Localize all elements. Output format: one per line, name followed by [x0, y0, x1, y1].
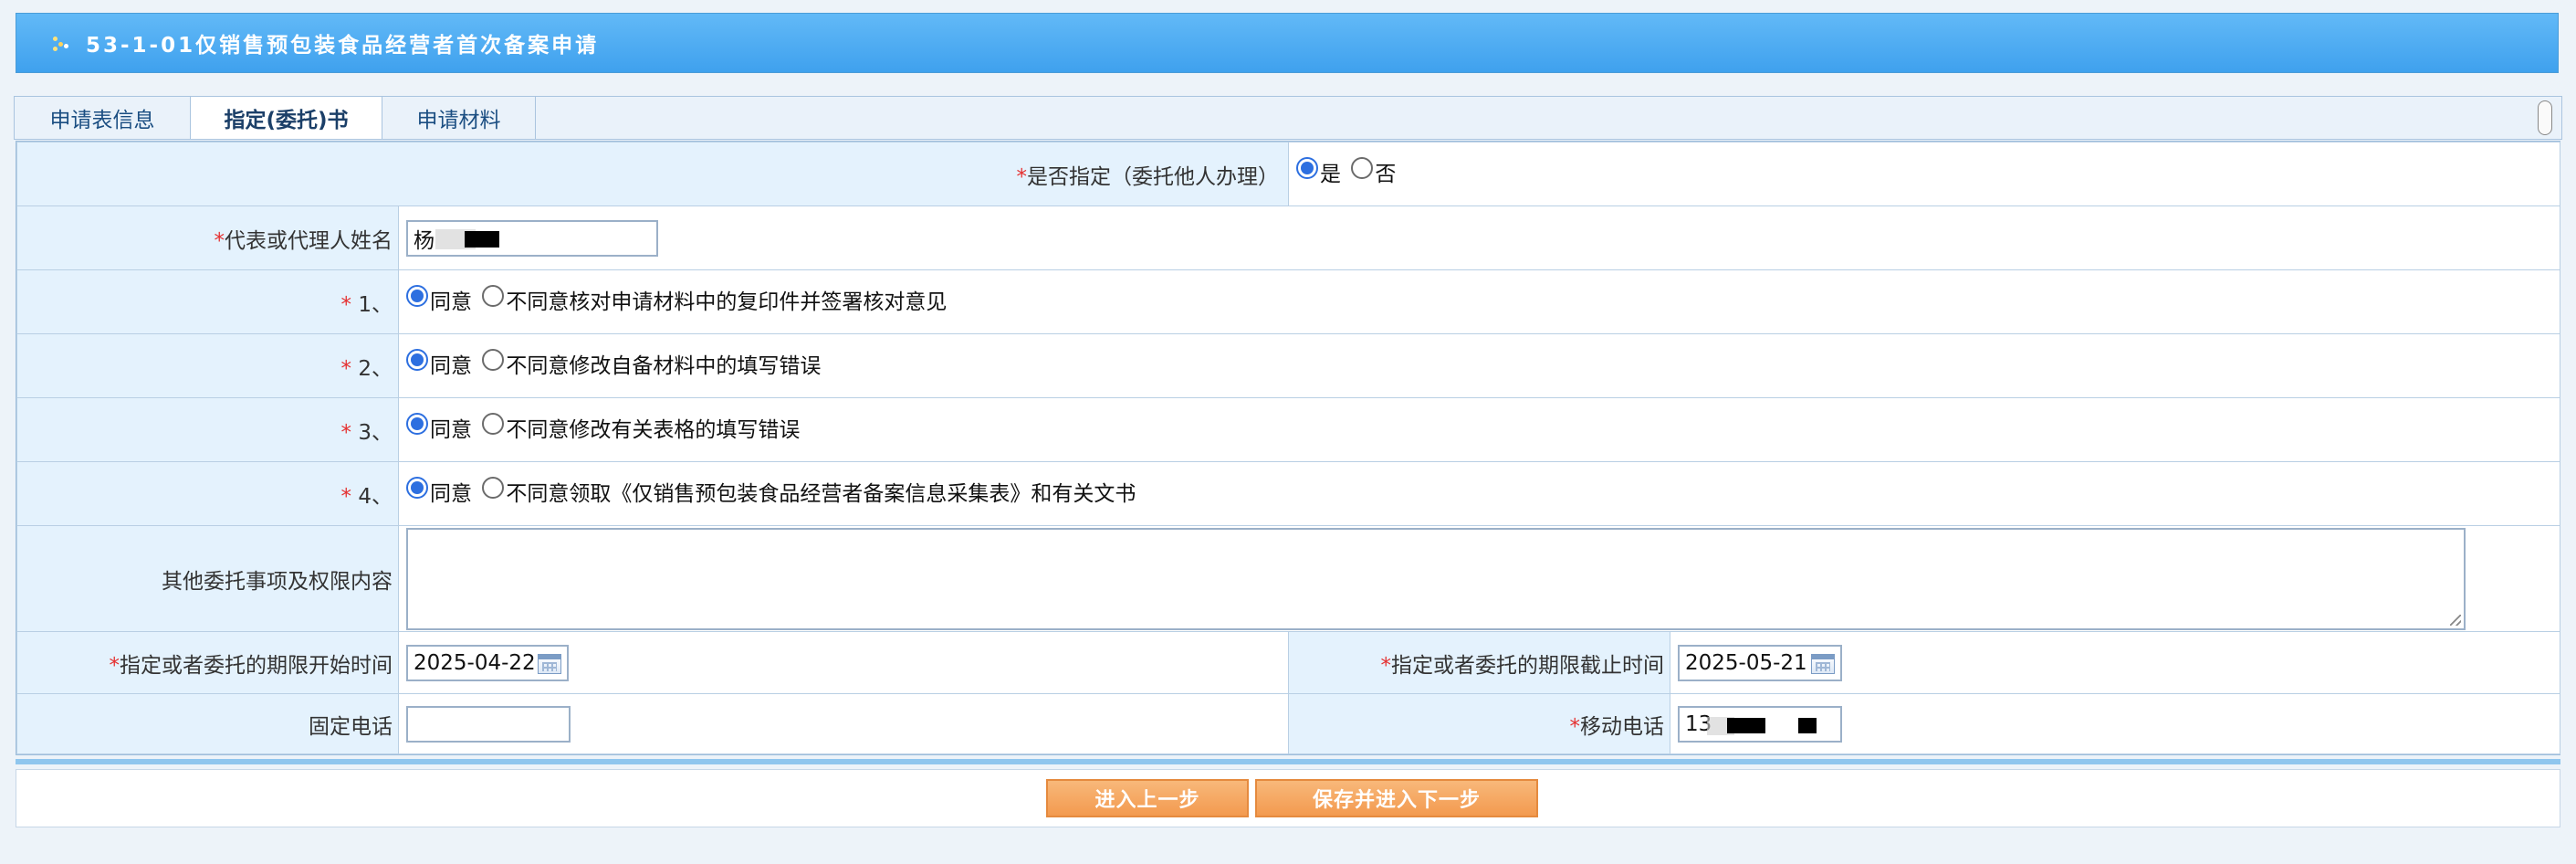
start-date-cell: 2025-04-22	[398, 631, 1289, 694]
scrollbar-thumb[interactable]	[2538, 100, 2552, 135]
item-4-agree-radio[interactable]	[406, 476, 428, 499]
item-3-agree-radio[interactable]	[406, 412, 428, 435]
item-3-options: 同意 不同意修改有关表格的填写错误	[398, 397, 2560, 462]
landline-cell	[398, 693, 1289, 754]
form-row-agent-name: *代表或代理人姓名 杨	[16, 205, 2560, 270]
item-3-label: * 3、	[16, 397, 399, 462]
agent-name-cell: 杨	[398, 205, 2560, 270]
item-1-disagree-radio[interactable]	[482, 284, 505, 307]
designated-no-radio[interactable]	[1351, 156, 1374, 179]
calendar-icon[interactable]	[1811, 653, 1835, 674]
end-date-input[interactable]: 2025-05-21	[1678, 644, 1842, 681]
form-row-other-matters: 其他委托事项及权限内容	[16, 525, 2560, 632]
required-mark: *	[1569, 714, 1581, 739]
other-matters-label: 其他委托事项及权限内容	[16, 525, 399, 632]
prev-step-button[interactable]: 进入上一步	[1046, 779, 1249, 817]
designated-no-option[interactable]: 否	[1351, 156, 1396, 187]
item-4-agree-option[interactable]: 同意	[406, 476, 472, 507]
required-mark: *	[340, 420, 359, 445]
required-mark: *	[340, 484, 359, 509]
item-1-agree-radio[interactable]	[406, 284, 428, 307]
agent-name-input[interactable]: 杨	[406, 219, 658, 257]
required-mark: *	[109, 653, 120, 678]
save-next-button[interactable]: 保存并进入下一步	[1255, 779, 1538, 817]
item-1-options: 同意 不同意核对申请材料中的复印件并签署核对意见	[398, 269, 2560, 334]
resize-grip-icon[interactable]	[2450, 614, 2461, 626]
item-3-disagree-radio[interactable]	[482, 412, 505, 435]
item-2-agree-radio[interactable]	[406, 348, 428, 371]
start-date-input[interactable]: 2025-04-22	[406, 644, 569, 681]
other-matters-cell	[398, 525, 2560, 632]
form-row-phones: 固定电话 *移动电话 13	[16, 693, 2560, 754]
mobile-input[interactable]: 13	[1678, 705, 1842, 743]
designated-yes-radio[interactable]	[1296, 156, 1318, 179]
designated-yes-option[interactable]: 是	[1296, 156, 1341, 187]
designated-options: 是 否	[1288, 142, 2560, 206]
form-row-item-2: * 2、 同意 不同意修改自备材料中的填写错误	[16, 333, 2560, 398]
item-2-disagree-radio[interactable]	[482, 348, 505, 371]
required-mark: *	[1016, 164, 1028, 189]
page-title: 53-1-01仅销售预包装食品经营者首次备案申请	[86, 34, 600, 58]
form-row-item-3: * 3、 同意 不同意修改有关表格的填写错误	[16, 397, 2560, 462]
required-mark: *	[340, 356, 359, 381]
item-2-label: * 2、	[16, 333, 399, 398]
title-dots-icon	[51, 33, 71, 53]
footer-separator	[16, 759, 2560, 764]
required-mark: *	[1380, 653, 1392, 678]
item-1-disagree-option[interactable]: 不同意核对申请材料中的复印件并签署核对意见	[482, 284, 947, 315]
calendar-icon[interactable]	[538, 653, 561, 674]
item-4-label: * 4、	[16, 461, 399, 526]
form-row-dates: *指定或者委托的期限开始时间 2025-04-22 *指定或者委托的期限截止时间…	[16, 631, 2560, 694]
end-date-cell: 2025-05-21	[1670, 631, 2560, 694]
tab-bar: 申请表信息 指定(委托)书 申请材料	[14, 96, 2562, 140]
item-2-disagree-option[interactable]: 不同意修改自备材料中的填写错误	[482, 348, 821, 379]
start-date-label: *指定或者委托的期限开始时间	[16, 631, 399, 694]
form-row-item-1: * 1、 同意 不同意核对申请材料中的复印件并签署核对意见	[16, 269, 2560, 334]
item-3-agree-option[interactable]: 同意	[406, 412, 472, 443]
designation-form: *是否指定（委托他人办理） 是 否 *代表或代理人姓名 杨 * 1、 同意 不同…	[16, 141, 2560, 755]
item-1-agree-option[interactable]: 同意	[406, 284, 472, 315]
item-2-agree-option[interactable]: 同意	[406, 348, 472, 379]
form-row-designated: *是否指定（委托他人办理） 是 否	[16, 142, 2560, 206]
tab-application-materials[interactable]: 申请材料	[382, 97, 536, 139]
item-4-options: 同意 不同意领取《仅销售预包装食品经营者备案信息采集表》和有关文书	[398, 461, 2560, 526]
agent-name-label: *代表或代理人姓名	[16, 205, 399, 270]
page-title-bar: 53-1-01仅销售预包装食品经营者首次备案申请	[16, 13, 2559, 73]
required-mark: *	[340, 292, 359, 317]
footer-actions: 进入上一步 保存并进入下一步	[16, 769, 2560, 827]
item-2-options: 同意 不同意修改自备材料中的填写错误	[398, 333, 2560, 398]
mobile-cell: 13	[1670, 693, 2560, 754]
tab-application-info[interactable]: 申请表信息	[15, 97, 191, 139]
designated-label: *是否指定（委托他人办理）	[16, 142, 1289, 206]
item-3-disagree-option[interactable]: 不同意修改有关表格的填写错误	[482, 412, 800, 443]
form-row-item-4: * 4、 同意 不同意领取《仅销售预包装食品经营者备案信息采集表》和有关文书	[16, 461, 2560, 526]
item-4-disagree-radio[interactable]	[482, 476, 505, 499]
item-1-label: * 1、	[16, 269, 399, 334]
mobile-label: *移动电话	[1288, 693, 1670, 754]
landline-input[interactable]	[406, 705, 571, 743]
landline-label: 固定电话	[16, 693, 399, 754]
end-date-label: *指定或者委托的期限截止时间	[1288, 631, 1670, 694]
required-mark: *	[214, 228, 225, 253]
tab-designation-letter[interactable]: 指定(委托)书	[191, 97, 382, 139]
item-4-disagree-option[interactable]: 不同意领取《仅销售预包装食品经营者备案信息采集表》和有关文书	[482, 476, 1136, 507]
other-matters-textarea[interactable]	[406, 527, 2466, 630]
